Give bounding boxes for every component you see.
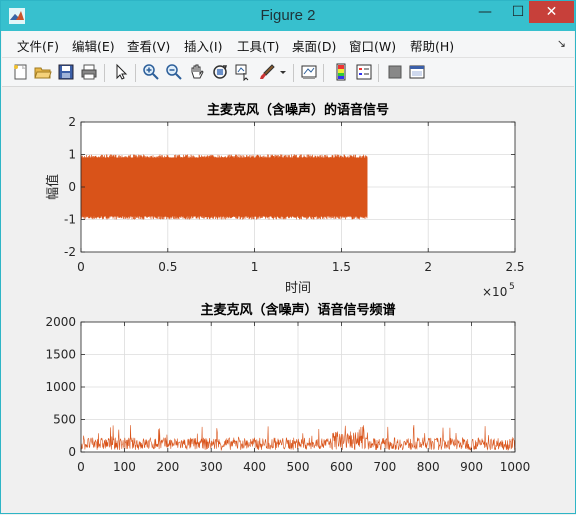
x-tick-label: 1: [251, 260, 259, 274]
x-tick-label: 800: [417, 460, 440, 474]
chart-title: 主麦克风（含噪声）语音信号频谱: [200, 302, 395, 318]
x-tick-label: 200: [156, 460, 179, 474]
x-tick-label: 1.5: [332, 260, 351, 274]
x-tick-label: 2.5: [505, 260, 524, 274]
figure-canvas: 主麦克风（含噪声）的语音信号 时间 幅值 ×10 5 0 0.5 1 1.5 2 2.5 …: [45, 102, 530, 474]
axes-spectrum[interactable]: 主麦克风（含噪声）语音信号频谱 0 100 200 300 400 500 600 700 80…: [45, 302, 530, 474]
y-tick-label: 0: [68, 445, 76, 459]
x-axis-label: 时间: [285, 281, 311, 296]
y-tick-label: 500: [53, 413, 76, 427]
x-tick-label: 900: [460, 460, 483, 474]
figure-window: Figure 2 — ☐ ✕ 文件(F) 编辑(E) 查看(V) 插入(I) 工…: [0, 0, 576, 514]
y-tick-label: -1: [64, 213, 76, 227]
x-tick-label: 600: [330, 460, 353, 474]
x-tick-labels: 0 100 200 300 400 500 600 700 800 900 1000: [77, 460, 530, 474]
x-tick-label: 100: [113, 460, 136, 474]
x-tick-label: 500: [287, 460, 310, 474]
x-tick-labels: 0 0.5 1 1.5 2 2.5: [77, 260, 524, 274]
y-tick-labels: 2 1 0 -1 -2: [64, 115, 76, 259]
x-tick-label: 400: [243, 460, 266, 474]
y-tick-label: 1500: [45, 348, 76, 362]
x-axis-exponent: ×10: [482, 285, 507, 299]
chart-title: 主麦克风（含噪声）的语音信号: [207, 102, 389, 118]
time-signal-series: [80, 154, 368, 220]
y-tick-labels: 2000 1500 1000 500 0: [45, 315, 76, 459]
x-tick-label: 0: [77, 460, 85, 474]
y-tick-label: -2: [64, 245, 76, 259]
y-tick-label: 0: [68, 180, 76, 194]
y-tick-label: 1000: [45, 380, 76, 394]
y-axis-label: 幅值: [45, 174, 61, 200]
x-tick-label: 1000: [500, 460, 531, 474]
axes-time-signal[interactable]: 主麦克风（含噪声）的语音信号 时间 幅值 ×10 5 0 0.5 1 1.5 2 2.5 …: [45, 102, 525, 299]
x-tick-label: 300: [200, 460, 223, 474]
x-axis-exponent-power: 5: [509, 282, 515, 292]
x-tick-label: 0: [77, 260, 85, 274]
x-tick-label: 700: [373, 460, 396, 474]
y-tick-label: 2: [68, 115, 76, 129]
y-tick-label: 1: [68, 148, 76, 162]
signal-trace: [80, 154, 368, 220]
y-tick-label: 2000: [45, 315, 76, 329]
x-tick-label: 0.5: [158, 260, 177, 274]
x-tick-label: 2: [424, 260, 432, 274]
